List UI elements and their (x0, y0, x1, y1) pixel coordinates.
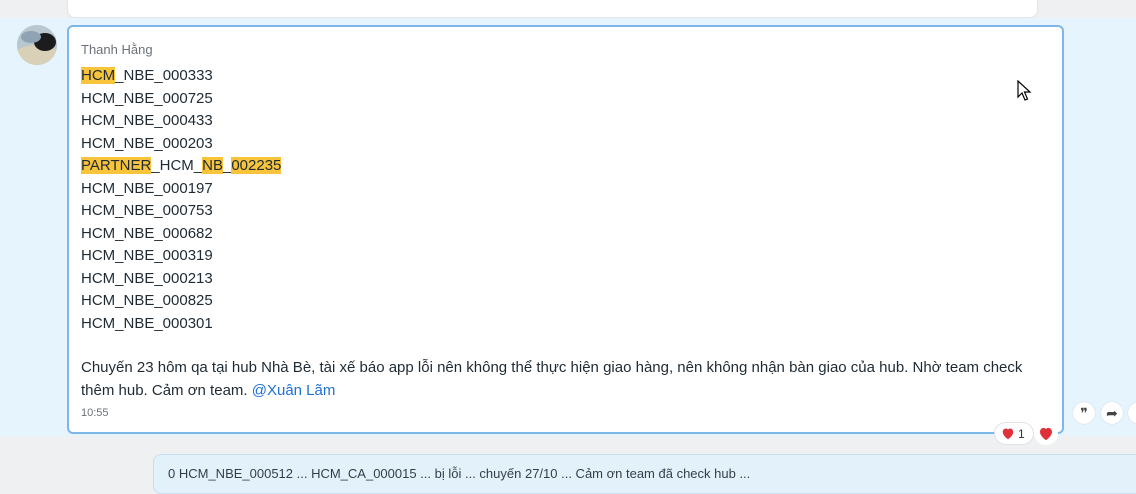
highlighted-text: 002235 (231, 157, 282, 174)
highlighted-text: HCM (81, 67, 116, 84)
code-line: HCM_NBE_000333 (81, 65, 281, 88)
heart-icon (1040, 427, 1052, 441)
message-note: Chuyến 23 hôm qa tại hub Nhà Bè, tài xế … (81, 356, 1041, 402)
code-line: HCM_NBE_000725 (81, 88, 281, 111)
mention-link[interactable]: @Xuân Lãm (252, 382, 336, 399)
share-button[interactable]: ➦ (1101, 402, 1123, 424)
code-text: HCM_NBE_000197 (81, 179, 213, 197)
code-line: HCM_NBE_000301 (81, 313, 281, 336)
previous-message-bubble[interactable] (67, 0, 1038, 18)
code-text: HCM_NBE_000213 (81, 269, 213, 287)
highlighted-text: PARTNER (81, 157, 152, 174)
message-note-text: Chuyến 23 hôm qa tại hub Nhà Bè, tài xế … (81, 359, 1023, 399)
code-text: HCM_NBE_000433 (81, 112, 213, 129)
code-line: HCM_NBE_000682 (81, 223, 281, 246)
highlighted-text: NB (202, 157, 223, 174)
reaction-heart[interactable]: 1 (994, 422, 1034, 445)
reactions-bar: 1 (994, 422, 1060, 445)
code-line: HCM_NBE_000433 (81, 110, 281, 133)
quote-button[interactable]: ❞ (1073, 402, 1095, 424)
code-line: HCM_NBE_000319 (81, 245, 281, 268)
code-line: HCM_NBE_000203 (81, 133, 281, 156)
reaction-count: 1 (1018, 426, 1025, 441)
code-line: HCM_NBE_000825 (81, 290, 281, 313)
add-reaction-button[interactable] (1034, 422, 1058, 445)
code-text: HCM_NBE_000725 (81, 89, 213, 107)
heart-icon (1002, 428, 1014, 440)
code-text: HCM_NBE_000682 (81, 224, 213, 242)
code-text: HCM_NBE_000319 (81, 247, 213, 264)
message-time: 10:55 (81, 407, 109, 419)
next-message-bubble[interactable]: 0 HCM_NBE_000512 ... HCM_CA_000015 ... b… (153, 454, 1136, 494)
message-bubble[interactable]: Thanh Hằng HCM_NBE_000333 HCM_NBE_000725 H… (67, 25, 1064, 434)
share-icon: ➦ (1106, 404, 1118, 421)
message-code-list: HCM_NBE_000333 HCM_NBE_000725 HCM_NBE_0004… (81, 65, 282, 336)
sender-name[interactable]: Thanh Hằng (81, 42, 153, 57)
avatar-image (17, 25, 57, 65)
code-text: _NBE_000333 (115, 67, 213, 84)
code-text: HCM_NBE_000825 (81, 292, 213, 309)
code-line: HCM_NBE_000197 (81, 178, 281, 201)
code-text: HCM_NBE_000203 (81, 134, 213, 152)
code-text: HCM_NBE_000753 (81, 202, 213, 219)
quote-icon: ❞ (1080, 404, 1088, 421)
code-text: HCM_NBE_000301 (81, 314, 213, 332)
avatar[interactable] (17, 25, 57, 65)
code-text: _HCM_ (151, 157, 203, 174)
code-line: HCM_NBE_000213 (81, 268, 281, 291)
mouse-cursor-icon (1017, 80, 1032, 101)
code-line: PARTNER_HCM_NB_002235 (81, 155, 282, 178)
code-line: HCM_NBE_000753 (81, 200, 281, 223)
